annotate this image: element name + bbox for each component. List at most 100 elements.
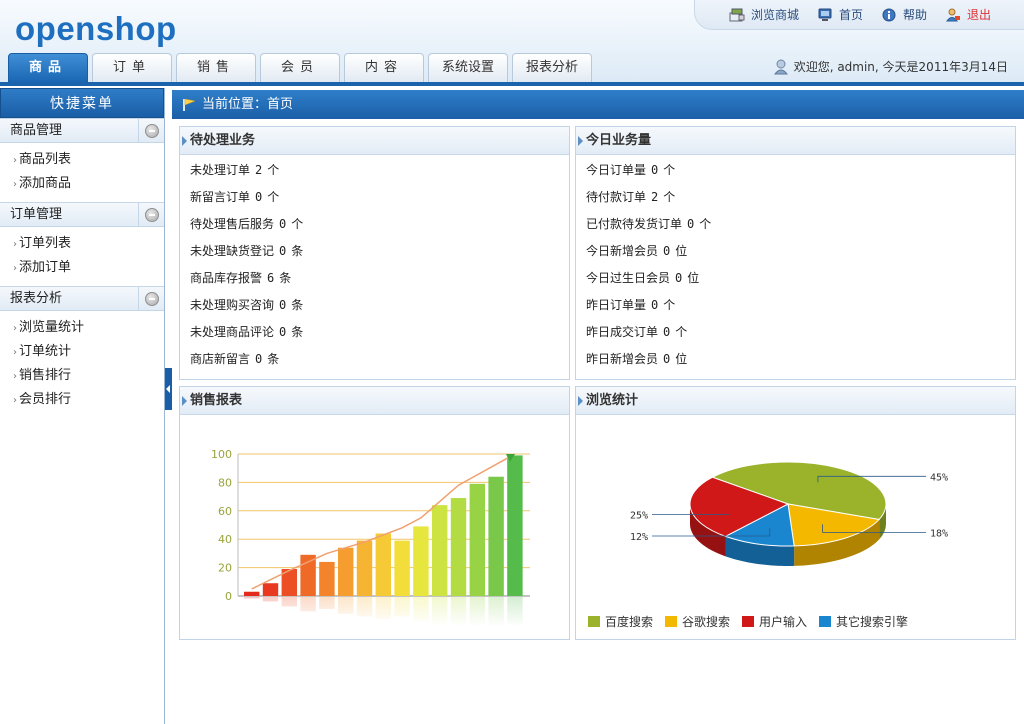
collapse-toggle[interactable] — [138, 287, 164, 311]
stat-unit: 个 — [267, 190, 280, 204]
browse-shop-link[interactable]: 浏览商城 — [729, 6, 799, 23]
tab-products[interactable]: 商品 — [8, 53, 88, 82]
menu-item-label: 添加订单 — [19, 260, 72, 275]
welcome-text: 欢迎您, admin, 今天是2011年3月14日 — [793, 60, 1008, 74]
top-links: 浏览商城 首页 帮助 退出 — [694, 0, 1024, 30]
bar — [488, 476, 504, 596]
home-link[interactable]: 首页 — [817, 6, 863, 23]
stat-value: 0 — [279, 325, 287, 339]
sidebar-item-product-list[interactable]: › 商品列表 — [13, 148, 164, 172]
stat-unit: 个 — [663, 298, 676, 312]
stat-row[interactable]: 待处理售后服务 0 个 — [190, 216, 569, 243]
minus-circle-icon — [144, 292, 159, 306]
tab-members[interactable]: 会员 — [260, 53, 340, 82]
stat-row[interactable]: 今日新增会员 0 位 — [586, 243, 1015, 270]
today-business-panel: 今日业务量 今日订单量 0 个待付款订单 2 个已付款待发货订单 0 个今日新增会员 0 位今日… — [575, 126, 1016, 380]
welcome-bar: 欢迎您, admin, 今天是2011年3月14日 — [773, 58, 1008, 75]
stat-label: 昨日订单量 — [586, 298, 647, 312]
tab-sales[interactable]: 销售 — [176, 53, 256, 82]
stat-row[interactable]: 商店新留言 0 条 — [190, 351, 569, 378]
minus-circle-icon — [144, 208, 159, 222]
stat-value: 0 — [255, 190, 263, 204]
logo[interactable]: openshop — [15, 10, 177, 48]
chevron-right-icon: › — [13, 263, 17, 274]
y-tick-label: 60 — [218, 505, 232, 518]
stat-unit: 条 — [291, 244, 304, 258]
chevron-right-icon: › — [13, 239, 17, 250]
stat-row[interactable]: 昨日成交订单 0 个 — [586, 324, 1015, 351]
legend-label: 谷歌搜索 — [682, 615, 731, 629]
stat-row[interactable]: 商品库存报警 6 条 — [190, 270, 569, 297]
pending-tasks-panel: 待处理业务 未处理订单 2 个新留言订单 0 个待处理售后服务 0 个未处理缺货登记 0 条商品… — [179, 126, 570, 380]
sidebar: 快捷菜单 商品管理 › 商品列表 › 添加商品 订单管理 › 订单列表 › 添加订单 报… — [0, 88, 165, 724]
collapse-toggle[interactable] — [138, 119, 164, 143]
collapse-toggle[interactable] — [138, 203, 164, 227]
tab-system-settings[interactable]: 系统设置 — [428, 53, 508, 82]
browse-stats-panel: 浏览统计 45% 18% 12% 25% 百度搜索 谷歌搜索 用户输入 其它搜索引擎 — [575, 386, 1016, 640]
stat-value: 0 — [279, 244, 287, 258]
stat-value: 0 — [687, 217, 695, 231]
browse-shop-label: 浏览商城 — [751, 8, 800, 22]
y-tick-label: 100 — [211, 448, 232, 461]
bar — [413, 526, 429, 596]
logout-link[interactable]: 退出 — [945, 6, 991, 23]
pie-legend: 百度搜索 谷歌搜索 用户输入 其它搜索引擎 — [588, 613, 920, 630]
bar — [375, 533, 392, 596]
stat-row[interactable]: 待付款订单 2 个 — [586, 189, 1015, 216]
bar — [300, 554, 316, 596]
tab-reports[interactable]: 报表分析 — [512, 53, 592, 82]
stat-row[interactable]: 未处理商品评论 0 条 — [190, 324, 569, 351]
chevron-right-icon: › — [13, 155, 17, 166]
menu-item-label: 订单列表 — [19, 236, 72, 251]
bar — [450, 498, 467, 596]
legend-label: 其它搜索引擎 — [836, 615, 909, 629]
menu-item-label: 商品列表 — [19, 152, 72, 167]
group-title: 商品管理 — [10, 123, 63, 138]
sidebar-item-order-list[interactable]: › 订单列表 — [13, 232, 164, 256]
legend-item: 谷歌搜索 — [665, 613, 730, 630]
stat-row[interactable]: 今日过生日会员 0 位 — [586, 270, 1015, 297]
stat-row[interactable]: 昨日新增会员 0 位 — [586, 351, 1015, 378]
stat-label: 今日新增会员 — [586, 244, 659, 258]
stat-row[interactable]: 未处理购买咨询 0 条 — [190, 297, 569, 324]
sidebar-item-order-stats[interactable]: › 订单统计 — [13, 340, 164, 364]
sidebar-item-member-ranking[interactable]: › 会员排行 — [13, 388, 164, 412]
stat-unit: 位 — [675, 352, 688, 366]
y-tick-label: 40 — [218, 533, 232, 546]
stat-value: 0 — [255, 352, 263, 366]
stat-row[interactable]: 已付款待发货订单 0 个 — [586, 216, 1015, 243]
sidebar-item-view-stats[interactable]: › 浏览量统计 — [13, 316, 164, 340]
group-head-products[interactable]: 商品管理 — [0, 118, 164, 143]
group-head-orders[interactable]: 订单管理 — [0, 202, 164, 227]
panel-title: 销售报表 — [180, 387, 569, 415]
stat-row[interactable]: 今日订单量 0 个 — [586, 162, 1015, 189]
group-head-reports[interactable]: 报表分析 — [0, 286, 164, 311]
bar — [338, 547, 354, 596]
sales-bar-chart: 0 20 40 60 80 100 — [211, 448, 530, 627]
sidebar-item-add-order[interactable]: › 添加订单 — [13, 256, 164, 280]
sidebar-item-add-product[interactable]: › 添加商品 — [13, 172, 164, 196]
stat-unit: 个 — [663, 163, 676, 177]
y-tick-label: 0 — [225, 590, 232, 603]
bar — [262, 583, 279, 596]
help-link[interactable]: 帮助 — [881, 6, 927, 23]
panel-title: 待处理业务 — [180, 127, 569, 155]
menu-item-label: 添加商品 — [19, 176, 72, 191]
sidebar-item-sales-ranking[interactable]: › 销售排行 — [13, 364, 164, 388]
chevron-right-icon: › — [13, 179, 17, 190]
stat-label: 新留言订单 — [190, 190, 251, 204]
menu-item-label: 会员排行 — [19, 392, 72, 407]
stat-label: 今日订单量 — [586, 163, 647, 177]
stat-row[interactable]: 未处理订单 2 个 — [190, 162, 569, 189]
stat-value: 0 — [663, 244, 671, 258]
stat-value: 0 — [663, 352, 671, 366]
legend-swatch — [742, 616, 755, 627]
tab-content[interactable]: 内容 — [344, 53, 424, 82]
sidebar-collapse-handle[interactable] — [165, 368, 172, 410]
stat-row[interactable]: 新留言订单 0 个 — [190, 189, 569, 216]
pie-slice-label: 25% — [630, 510, 648, 521]
stat-row[interactable]: 昨日订单量 0 个 — [586, 297, 1015, 324]
stat-row[interactable]: 未处理缺货登记 0 条 — [190, 243, 569, 270]
group-items-orders: › 订单列表 › 添加订单 — [0, 227, 164, 286]
tab-orders[interactable]: 订单 — [92, 53, 172, 82]
